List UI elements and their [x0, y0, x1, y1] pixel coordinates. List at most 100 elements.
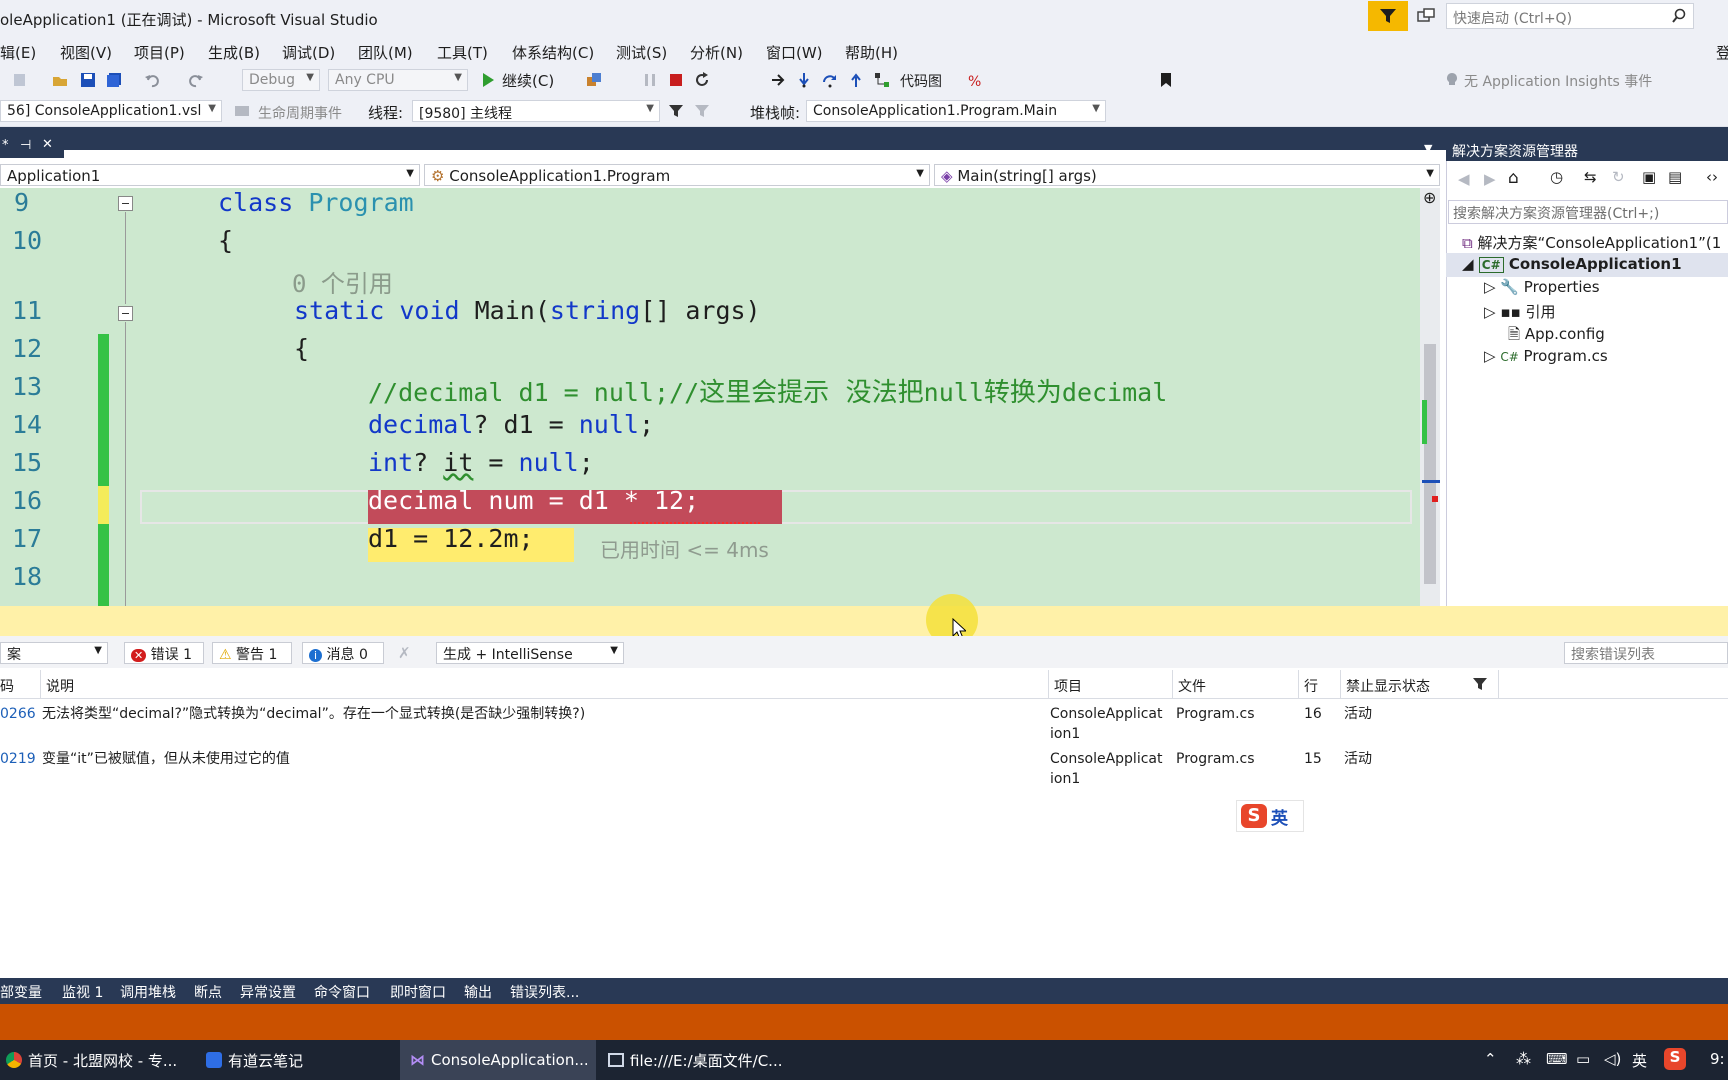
error-statement[interactable]: decimal num = d1 * 12;: [368, 486, 699, 515]
menu-project[interactable]: 项目(P): [134, 42, 185, 63]
messages-filter-button[interactable]: i 消息 0: [302, 642, 384, 664]
errors-filter-button[interactable]: ✕ 错误 1: [124, 642, 204, 664]
tab-output[interactable]: 输出: [464, 982, 492, 1002]
filter-errors-icon[interactable]: ✗: [398, 644, 411, 662]
flag-thread-icon[interactable]: [668, 103, 684, 119]
feedback-icon[interactable]: [1416, 7, 1436, 27]
undo-icon[interactable]: [144, 72, 160, 88]
tray-volume-icon[interactable]: ◁): [1604, 1050, 1621, 1068]
tray-wifi-icon[interactable]: ▭: [1576, 1050, 1590, 1068]
menu-help[interactable]: 帮助(H): [845, 42, 898, 63]
sync-icon[interactable]: ⇆: [1584, 168, 1597, 186]
sign-in-link[interactable]: 登: [1716, 42, 1728, 63]
code-editor[interactable]: 9 10 11 12 13 14 15 16 17 18 class Progr…: [0, 188, 1420, 606]
col-code[interactable]: 码: [0, 676, 14, 696]
close-tab-icon[interactable]: ✕: [42, 137, 53, 152]
application-insights-label[interactable]: 无 Application Insights 事件: [1464, 71, 1652, 91]
project-nav-select[interactable]: Application1 ▼: [0, 164, 420, 186]
class-nav-select[interactable]: ⚙ ConsoleApplication1.Program ▼: [424, 164, 930, 186]
tray-language[interactable]: 英: [1632, 1050, 1647, 1071]
member-nav-select[interactable]: ◈ Main(string[] args) ▼: [934, 164, 1440, 186]
col-suppression[interactable]: 禁止显示状态: [1346, 676, 1430, 696]
show-next-statement-icon[interactable]: [770, 72, 786, 88]
tab-watch-1[interactable]: 监视 1: [62, 982, 103, 1002]
tray-chevron-icon[interactable]: ⌃: [1484, 1050, 1497, 1068]
view-code-icon[interactable]: ‹›: [1706, 168, 1718, 186]
error-scope-select[interactable]: 案 ▼: [0, 642, 108, 664]
collapse-class-toggle[interactable]: [118, 196, 133, 211]
col-line[interactable]: 行: [1304, 676, 1318, 696]
exceptions-icon[interactable]: %: [968, 72, 984, 88]
tab-command-window[interactable]: 命令窗口: [314, 982, 370, 1002]
menu-build[interactable]: 生成(B): [208, 42, 260, 63]
split-view-icon[interactable]: ⊕: [1423, 188, 1436, 207]
editor-scrollbar[interactable]: ⊕: [1420, 188, 1440, 606]
break-all-icon[interactable]: [642, 72, 658, 88]
col-project[interactable]: 项目: [1054, 676, 1082, 696]
taskbar-item-youdao-note[interactable]: 有道云笔记: [206, 1040, 396, 1080]
menu-analyze[interactable]: 分析(N): [690, 42, 743, 63]
warnings-filter-button[interactable]: ⚠ 警告 1: [212, 642, 292, 664]
menu-view[interactable]: 视图(V): [60, 42, 112, 63]
forward-icon[interactable]: ▶: [1484, 170, 1496, 188]
application-insights-icon[interactable]: [1444, 72, 1460, 88]
menu-architecture[interactable]: 体系结构(C): [512, 42, 594, 63]
refresh-icon[interactable]: ↻: [1612, 168, 1625, 186]
program-cs-node[interactable]: ▷ C# Program.cs: [1484, 347, 1608, 365]
tab-error-list[interactable]: 错误列表...: [510, 982, 579, 1002]
menu-test[interactable]: 测试(S): [616, 42, 667, 63]
properties-node[interactable]: ▷ 🔧 Properties: [1484, 278, 1600, 296]
tab-exception-settings[interactable]: 异常设置: [240, 982, 296, 1002]
table-row[interactable]: 0219 变量“it”已被赋值，但从未使用过它的值 ConsoleApplica…: [0, 749, 1728, 793]
menu-edit[interactable]: 辑(E): [0, 42, 36, 63]
column-filter-icon[interactable]: [1472, 676, 1488, 692]
tab-breakpoints[interactable]: 断点: [194, 982, 222, 1002]
table-row[interactable]: 0266 无法将类型“decimal?”隐式转换为“decimal”。存在一个显…: [0, 704, 1728, 748]
save-icon[interactable]: [80, 72, 96, 88]
scrollbar-thumb[interactable]: [1424, 344, 1436, 584]
menu-team[interactable]: 团队(M): [358, 42, 413, 63]
tab-overflow-icon[interactable]: ▼: [1424, 142, 1432, 155]
col-description[interactable]: 说明: [46, 676, 74, 696]
redo-icon[interactable]: [188, 72, 204, 88]
collapse-all-icon[interactable]: ▣: [1642, 168, 1656, 186]
open-folder-icon[interactable]: [52, 72, 68, 88]
attach-icon[interactable]: [586, 72, 602, 88]
lifecycle-events-button[interactable]: 生命周期事件: [258, 103, 342, 123]
step-into-icon[interactable]: [796, 72, 812, 88]
thread-select[interactable]: [9580] 主线程 ▼: [412, 100, 660, 122]
show-all-files-icon[interactable]: ▤: [1668, 168, 1682, 186]
solution-node[interactable]: ⧉ 解决方案“ConsoleApplication1”(1: [1462, 232, 1721, 253]
taskbar-item-file[interactable]: file:///E:/桌面文件/C...: [608, 1040, 804, 1080]
tab-locals[interactable]: 部变量: [0, 982, 42, 1002]
bookmark-icon[interactable]: [1158, 72, 1174, 88]
step-out-icon[interactable]: [848, 72, 864, 88]
next-statement[interactable]: d1 = 12.2m;: [368, 524, 534, 553]
app-config-node[interactable]: 🗎 App.config: [1508, 324, 1605, 349]
notifications-filter-button[interactable]: [1368, 1, 1408, 31]
home-icon[interactable]: ⌂: [1508, 168, 1519, 188]
continue-icon[interactable]: [480, 72, 496, 88]
codelens-references[interactable]: 0 个引用: [292, 264, 393, 299]
error-search-input[interactable]: 搜索错误列表: [1564, 642, 1728, 664]
tray-keyboard-icon[interactable]: ⌨: [1546, 1050, 1568, 1068]
tab-immediate-window[interactable]: 即时窗口: [390, 982, 446, 1002]
build-source-select[interactable]: 生成 + IntelliSense ▼: [436, 642, 624, 664]
solution-platform-select[interactable]: Any CPU ▼: [328, 69, 468, 91]
tray-network-icon[interactable]: ⁂: [1516, 1050, 1531, 1068]
project-node[interactable]: ◢ C# ConsoleApplication1: [1462, 255, 1682, 273]
collapse-method-toggle[interactable]: [118, 306, 133, 321]
stack-frame-select[interactable]: ConsoleApplication1.Program.Main ▼: [806, 100, 1106, 122]
menu-debug[interactable]: 调试(D): [282, 42, 335, 63]
warning-squiggle[interactable]: it: [443, 448, 473, 477]
panel-splitter[interactable]: [0, 606, 1728, 636]
taskbar-item-visual-studio[interactable]: ⋈ ConsoleApplication...: [400, 1040, 596, 1080]
back-icon[interactable]: ◀: [1458, 170, 1470, 188]
continue-button[interactable]: 继续(C): [502, 70, 554, 91]
col-file[interactable]: 文件: [1178, 676, 1206, 696]
restart-icon[interactable]: [694, 72, 710, 88]
solution-config-select[interactable]: Debug ▼: [242, 69, 320, 91]
new-project-icon[interactable]: [12, 72, 28, 88]
stop-debugging-icon[interactable]: [668, 72, 684, 88]
menu-tools[interactable]: 工具(T): [437, 42, 488, 63]
